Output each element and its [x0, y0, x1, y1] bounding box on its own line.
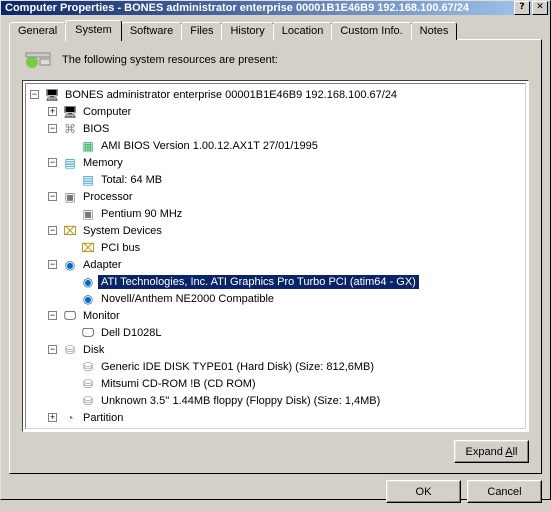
tab-history[interactable]: History [221, 22, 273, 40]
tab-files[interactable]: Files [181, 22, 222, 40]
dialog-button-row: OK Cancel [9, 474, 542, 503]
disk-floppy-icon [80, 393, 96, 409]
disk-icon [62, 342, 78, 358]
partition-icon [62, 410, 78, 426]
memory-item-icon [80, 172, 96, 188]
tree-pci-bus[interactable]: PCI bus [98, 241, 143, 255]
tree-adapter[interactable]: Adapter [80, 258, 125, 272]
help-button[interactable]: ? [514, 1, 530, 15]
expander-disk[interactable]: − [48, 345, 57, 354]
monitor-item-icon [80, 325, 96, 341]
tab-location[interactable]: Location [273, 22, 333, 40]
tab-custom-info[interactable]: Custom Info. [331, 22, 411, 40]
tab-general[interactable]: General [9, 22, 66, 40]
processor-item-icon [80, 206, 96, 222]
expander-computer[interactable]: + [48, 107, 57, 116]
disk-cdrom-icon [80, 376, 96, 392]
adapter-ne2000-icon [80, 291, 96, 307]
tab-panel-system: The following system resources are prese… [9, 39, 542, 474]
tree-memory[interactable]: Memory [80, 156, 126, 170]
expander-adapter[interactable]: − [48, 260, 57, 269]
tree-memory-total[interactable]: Total: 64 MB [98, 173, 165, 187]
expander-sysdev[interactable]: − [48, 226, 57, 235]
tree-partition[interactable]: Partition [80, 411, 126, 425]
tree-processor[interactable]: Processor [80, 190, 136, 204]
tab-system[interactable]: System [65, 20, 122, 41]
expander-root[interactable]: − [30, 90, 39, 99]
bios-icon [62, 121, 78, 137]
tree-view[interactable]: − BONES administrator enterprise 00001B1… [22, 80, 529, 432]
tree-processor-value[interactable]: Pentium 90 MHz [98, 207, 185, 221]
panel-header: The following system resources are prese… [22, 50, 529, 70]
window: Computer Properties - BONES administrato… [0, 0, 551, 500]
expander-processor[interactable]: − [48, 192, 57, 201]
adapter-icon [62, 257, 78, 273]
system-devices-icon [62, 223, 78, 239]
tree-adapter-ne2000[interactable]: Novell/Anthem NE2000 Compatible [98, 292, 277, 306]
tree-disk[interactable]: Disk [80, 343, 107, 357]
expander-memory[interactable]: − [48, 158, 57, 167]
memory-icon [62, 155, 78, 171]
tree-disk-floppy[interactable]: Unknown 3.5'' 1.44MB floppy (Floppy Disk… [98, 394, 383, 408]
computer-node-icon [62, 104, 78, 120]
tree-bios-version[interactable]: AMI BIOS Version 1.00.12.AX1T 27/01/1995 [98, 139, 321, 153]
processor-icon [62, 189, 78, 205]
panel-button-row: Expand All [22, 440, 529, 463]
tab-software[interactable]: Software [121, 22, 182, 40]
content-area: General System Software Files History Lo… [1, 15, 550, 511]
panel-intro-text: The following system resources are prese… [62, 54, 278, 66]
disk-hdd-icon [80, 359, 96, 375]
system-resources-icon [22, 50, 54, 70]
tree-computer[interactable]: Computer [80, 105, 134, 119]
tab-notes[interactable]: Notes [411, 22, 458, 40]
computer-icon [44, 87, 60, 103]
monitor-icon [62, 308, 78, 324]
tab-strip: General System Software Files History Lo… [9, 22, 542, 40]
expand-all-button[interactable]: Expand All [454, 440, 529, 463]
adapter-ati-icon [80, 274, 96, 290]
tree-disk-cdrom[interactable]: Mitsumi CD-ROM !B (CD ROM) [98, 377, 259, 391]
expander-monitor[interactable]: − [48, 311, 57, 320]
close-button[interactable]: ✕ [532, 1, 548, 15]
window-title: Computer Properties - BONES administrato… [3, 2, 512, 14]
pci-bus-icon [80, 240, 96, 256]
tree-monitor-value[interactable]: Dell D1028L [98, 326, 165, 340]
titlebar[interactable]: Computer Properties - BONES administrato… [1, 1, 550, 15]
bios-chip-icon [80, 138, 96, 154]
tree-adapter-ati[interactable]: ATI Technologies, Inc. ATI Graphics Pro … [98, 275, 419, 289]
tree-root[interactable]: BONES administrator enterprise 00001B1E4… [62, 88, 400, 102]
tree-monitor[interactable]: Monitor [80, 309, 123, 323]
expander-partition[interactable]: + [48, 413, 57, 422]
tree-disk-generic[interactable]: Generic IDE DISK TYPE01 (Hard Disk) (Siz… [98, 360, 377, 374]
tree-system-devices[interactable]: System Devices [80, 224, 165, 238]
tree-bios[interactable]: BIOS [80, 122, 112, 136]
expander-bios[interactable]: − [48, 124, 57, 133]
